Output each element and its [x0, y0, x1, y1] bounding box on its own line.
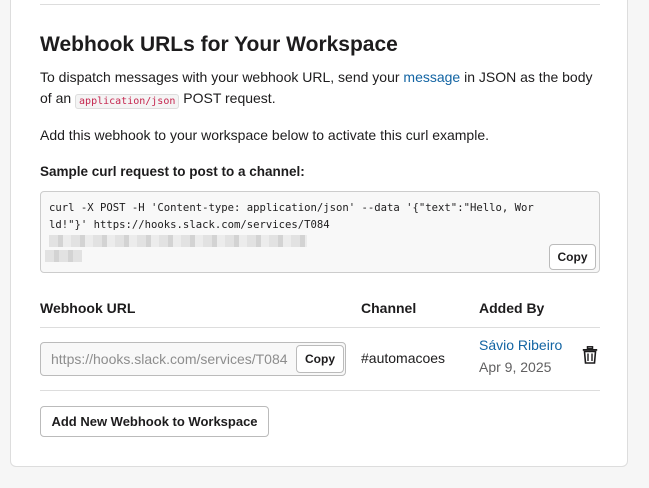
trash-icon[interactable]: [582, 346, 598, 364]
add-webhook-button[interactable]: Add New Webhook to Workspace: [40, 406, 269, 437]
header-divider: [40, 327, 600, 328]
webhook-url-field[interactable]: https://hooks.slack.com/services/T084 Co…: [40, 342, 346, 376]
curl-code-block: curl -X POST -H 'Content-type: applicati…: [40, 191, 600, 273]
curl-code-text: curl -X POST -H 'Content-type: applicati…: [49, 202, 534, 231]
curl-code: curl -X POST -H 'Content-type: applicati…: [49, 200, 539, 251]
redacted-token: [49, 235, 307, 247]
webhook-url-text: https://hooks.slack.com/services/T084: [51, 351, 288, 367]
section-description: To dispatch messages with your webhook U…: [40, 67, 602, 111]
added-date: Apr 9, 2025: [479, 359, 552, 375]
content-type-code: application/json: [75, 94, 180, 109]
top-divider: [40, 4, 600, 5]
message-link[interactable]: message: [403, 69, 460, 85]
activation-instruction: Add this webhook to your workspace below…: [40, 127, 490, 143]
desc-text-3: POST request.: [179, 90, 276, 106]
header-webhook-url: Webhook URL: [40, 300, 136, 316]
added-by-user-link[interactable]: Sávio Ribeiro: [479, 337, 562, 353]
copy-url-button[interactable]: Copy: [296, 345, 344, 373]
row-divider: [40, 390, 600, 391]
section-title: Webhook URLs for Your Workspace: [40, 33, 398, 56]
header-added-by: Added By: [479, 300, 545, 316]
redacted-token-overflow: [45, 250, 82, 262]
sample-curl-label: Sample curl request to post to a channel…: [40, 164, 305, 179]
header-channel: Channel: [361, 300, 417, 316]
copy-curl-button[interactable]: Copy: [549, 244, 596, 270]
channel-name: #automacoes: [361, 350, 446, 366]
desc-text-1: To dispatch messages with your webhook U…: [40, 69, 404, 85]
